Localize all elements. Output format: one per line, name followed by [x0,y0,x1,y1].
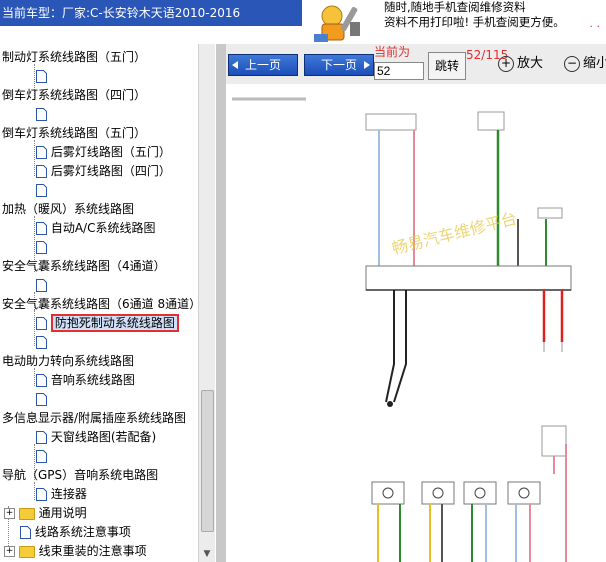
next-page-button[interactable]: 下一页 [304,54,374,76]
folder-icon [18,545,35,558]
arrow-left-icon [232,61,238,69]
tree-item-rear-fog-5door[interactable]: 后雾灯线路图（五门） [36,143,171,162]
zoom-out-button[interactable]: − 缩小 [564,54,606,74]
tree-item-abs[interactable]: 防抱死制动系统线路图 [36,314,179,333]
page-icon [36,222,47,235]
title-bar: 当前车型：厂家:C-长安铃木天语2010-2016 [0,0,302,26]
tree-scrollbar[interactable]: ▼ [198,44,215,562]
page-icon [36,184,47,197]
zoom-in-button[interactable]: + 放大 [498,54,543,74]
page-count: 52/115 [466,48,509,62]
tree-item-navigation[interactable]: 导航（GPS）音响系统电路图 [2,466,158,485]
page-icon [36,279,47,292]
tree-item-heating[interactable]: 加热（暖风）系统线路图 [2,200,134,219]
selected-tree-label: 防抱死制动系统线路图 [50,314,179,332]
tree-item-airbag-4ch[interactable]: 安全气囊系统线路图（4通道） [2,257,166,276]
page-icon [36,241,47,254]
tree-item-rear-fog-4door[interactable]: 后雾灯线路图（四门） [36,162,171,181]
viewer-toolbar: 上一页 下一页 当前为 跳转 52/115 +放大 −缩小 [226,44,606,84]
tree-item-brake-lamp[interactable]: 制动灯系统线路图（五门） [2,48,146,67]
page-icon [36,450,47,463]
mobile-notice: 随时,随地手机查阅维修资料 资料不用打印啦! 手机查阅更方便。 . . [382,0,606,44]
prev-page-button[interactable]: 上一页 [228,54,298,76]
page-icon [36,108,47,121]
tree-item-reverse-lamp-5door[interactable]: 倒车灯系统线路图（五门） [2,124,146,143]
page-icon [36,374,47,387]
tree-item-page[interactable] [36,67,47,86]
folder-icon [18,507,35,520]
tree-item-audio[interactable]: 音响系统线路图 [36,371,135,390]
tree-item-auto-ac[interactable]: 自动A/C系统线路图 [36,219,155,238]
tree-item-general[interactable]: + 通用说明 [4,504,87,523]
tree-item-sunroof[interactable]: 天窗线路图(若配备) [36,428,156,447]
page-icon [36,317,47,330]
page-icon [36,70,47,83]
mechanic-mascot-icon [302,0,378,44]
arrow-right-icon [364,61,370,69]
page-icon [36,146,47,159]
tree-item-page[interactable] [36,333,47,352]
tree-item-page[interactable] [36,181,47,200]
page-number-input[interactable] [374,62,424,80]
tree-item-page[interactable] [36,390,47,409]
expand-icon[interactable]: + [4,508,15,519]
tree-item-reverse-lamp-4door[interactable]: 倒车灯系统线路图（四门） [2,86,146,105]
wiring-diagram-view[interactable]: 畅易汽车维修平台 [226,84,606,562]
panel-divider[interactable] [216,44,226,562]
wiring-diagram-graphic [226,84,606,562]
tree-item-connector[interactable]: 连接器 [36,485,87,504]
document-tree: 制动灯系统线路图（五门） 倒车灯系统线路图（四门） 倒车灯系统线路图（五门） 后… [0,44,216,562]
app-header: 当前车型：厂家:C-长安铃木天语2010-2016 随时,随地手机查阅维修资料 … [0,0,606,44]
current-model-title: 当前车型：厂家:C-长安铃木天语2010-2016 [2,6,241,20]
tree-item-page[interactable] [36,238,47,257]
tree-guide [34,140,35,176]
scroll-down-arrow-icon[interactable]: ▼ [199,546,215,562]
notice-line-2: 资料不用打印啦! 手机查阅更方便。 [384,15,565,29]
notice-line-1: 随时,随地手机查阅维修资料 [384,0,526,14]
tree-item-multi-info[interactable]: 多信息显示器/附属插座系统线路图 [2,409,198,428]
tree-item-wiring-notes[interactable]: 线路系统注意事项 [20,523,131,542]
jump-button[interactable]: 跳转 [428,52,466,80]
page-icon [20,526,31,539]
page-icon [36,431,47,444]
expand-icon[interactable]: + [4,546,15,557]
tree-item-page[interactable] [36,105,47,124]
tree-item-page[interactable] [36,447,47,466]
notice-dots: . . [589,17,601,30]
tree-item-airbag-6ch[interactable]: 安全气囊系统线路图（6通道 8通道） [2,295,198,314]
mascot-logo [302,0,378,44]
scrollbar-thumb[interactable] [201,390,214,532]
tree-item-page[interactable] [36,276,47,295]
page-icon [36,336,47,349]
tree-item-eps[interactable]: 电动助力转向系统线路图 [2,352,134,371]
page-icon [36,393,47,406]
tree-guide [34,310,35,346]
current-page-label: 当前为 [374,45,411,59]
page-icon [36,165,47,178]
zoom-out-icon: − [564,55,580,72]
page-icon [36,488,47,501]
zoom-in-icon: + [498,55,514,72]
tree-item-harness-notes[interactable]: + 线束重装的注意事项 [4,542,147,561]
